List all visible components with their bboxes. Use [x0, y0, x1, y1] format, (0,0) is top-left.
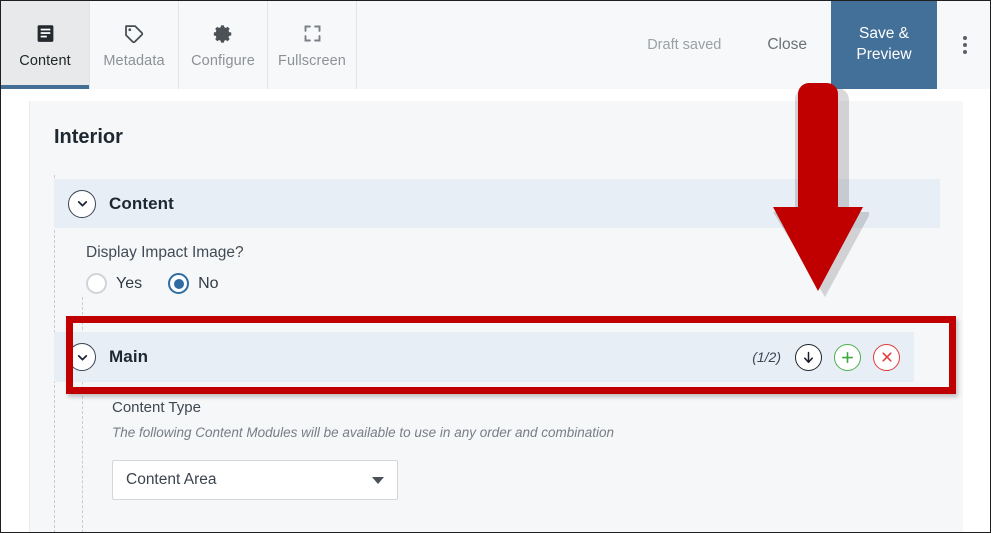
display-impact-image-options: Yes No — [86, 273, 244, 294]
tab-fullscreen-label: Fullscreen — [278, 52, 346, 69]
tab-configure-label: Configure — [191, 52, 255, 69]
page-title: Interior — [54, 126, 123, 148]
content-type-select[interactable]: Content Area — [112, 460, 398, 500]
tab-metadata-label: Metadata — [103, 52, 165, 69]
radio-no-label: No — [198, 274, 219, 292]
document-icon — [35, 22, 56, 46]
radio-yes-indicator[interactable] — [86, 273, 107, 294]
draft-status: Draft saved — [647, 37, 722, 53]
page-root: Content Metadata Configure Fullscreen Dr… — [0, 0, 991, 533]
add-icon[interactable] — [834, 343, 861, 371]
chevron-down-icon — [372, 476, 384, 484]
save-and-preview-button[interactable]: Save & Preview — [831, 1, 937, 89]
accordion-main-actions: (1/2) — [752, 343, 900, 371]
more-vertical-icon — [962, 36, 967, 54]
close-button[interactable]: Close — [743, 1, 831, 89]
accordion-content[interactable]: Content — [54, 179, 940, 228]
field-content-type: Content Type The following Content Modul… — [112, 399, 812, 500]
accordion-content-title: Content — [109, 193, 174, 213]
radio-no-indicator[interactable] — [168, 273, 190, 294]
tab-fullscreen[interactable]: Fullscreen — [268, 1, 357, 89]
accordion-main[interactable]: Main (1/2) — [54, 332, 914, 382]
more-options-button[interactable] — [937, 1, 990, 89]
gear-icon — [212, 22, 234, 46]
chevron-down-icon[interactable] — [68, 343, 96, 371]
tab-content[interactable]: Content — [1, 1, 90, 89]
radio-option-yes[interactable]: Yes — [86, 273, 142, 294]
content-type-help-text: The following Content Modules will be av… — [112, 425, 615, 440]
radio-yes-label: Yes — [116, 274, 143, 292]
module-counter: (1/2) — [752, 349, 781, 365]
tab-content-label: Content — [19, 52, 71, 69]
content-type-label: Content Type — [112, 399, 201, 416]
display-impact-image-label: Display Impact Image? — [86, 244, 244, 261]
toolbar-actions: Draft saved Close Save & Preview — [625, 1, 990, 89]
tag-icon — [123, 22, 145, 46]
editor-body: Interior Content Display Impact Image? Y… — [29, 101, 963, 532]
top-toolbar: Content Metadata Configure Fullscreen Dr… — [1, 1, 990, 89]
tab-metadata[interactable]: Metadata — [90, 1, 179, 89]
chevron-down-icon[interactable] — [68, 189, 96, 218]
toolbar-tabs: Content Metadata Configure Fullscreen — [1, 1, 357, 89]
content-type-selected-value: Content Area — [126, 471, 217, 488]
accordion-main-title: Main — [109, 347, 149, 366]
radio-option-no[interactable]: No — [168, 273, 219, 294]
fullscreen-icon — [302, 22, 323, 46]
field-display-impact-image: Display Impact Image? Yes No — [86, 244, 244, 294]
remove-icon[interactable] — [873, 343, 900, 371]
tab-configure[interactable]: Configure — [179, 1, 268, 89]
move-down-icon[interactable] — [795, 343, 822, 371]
